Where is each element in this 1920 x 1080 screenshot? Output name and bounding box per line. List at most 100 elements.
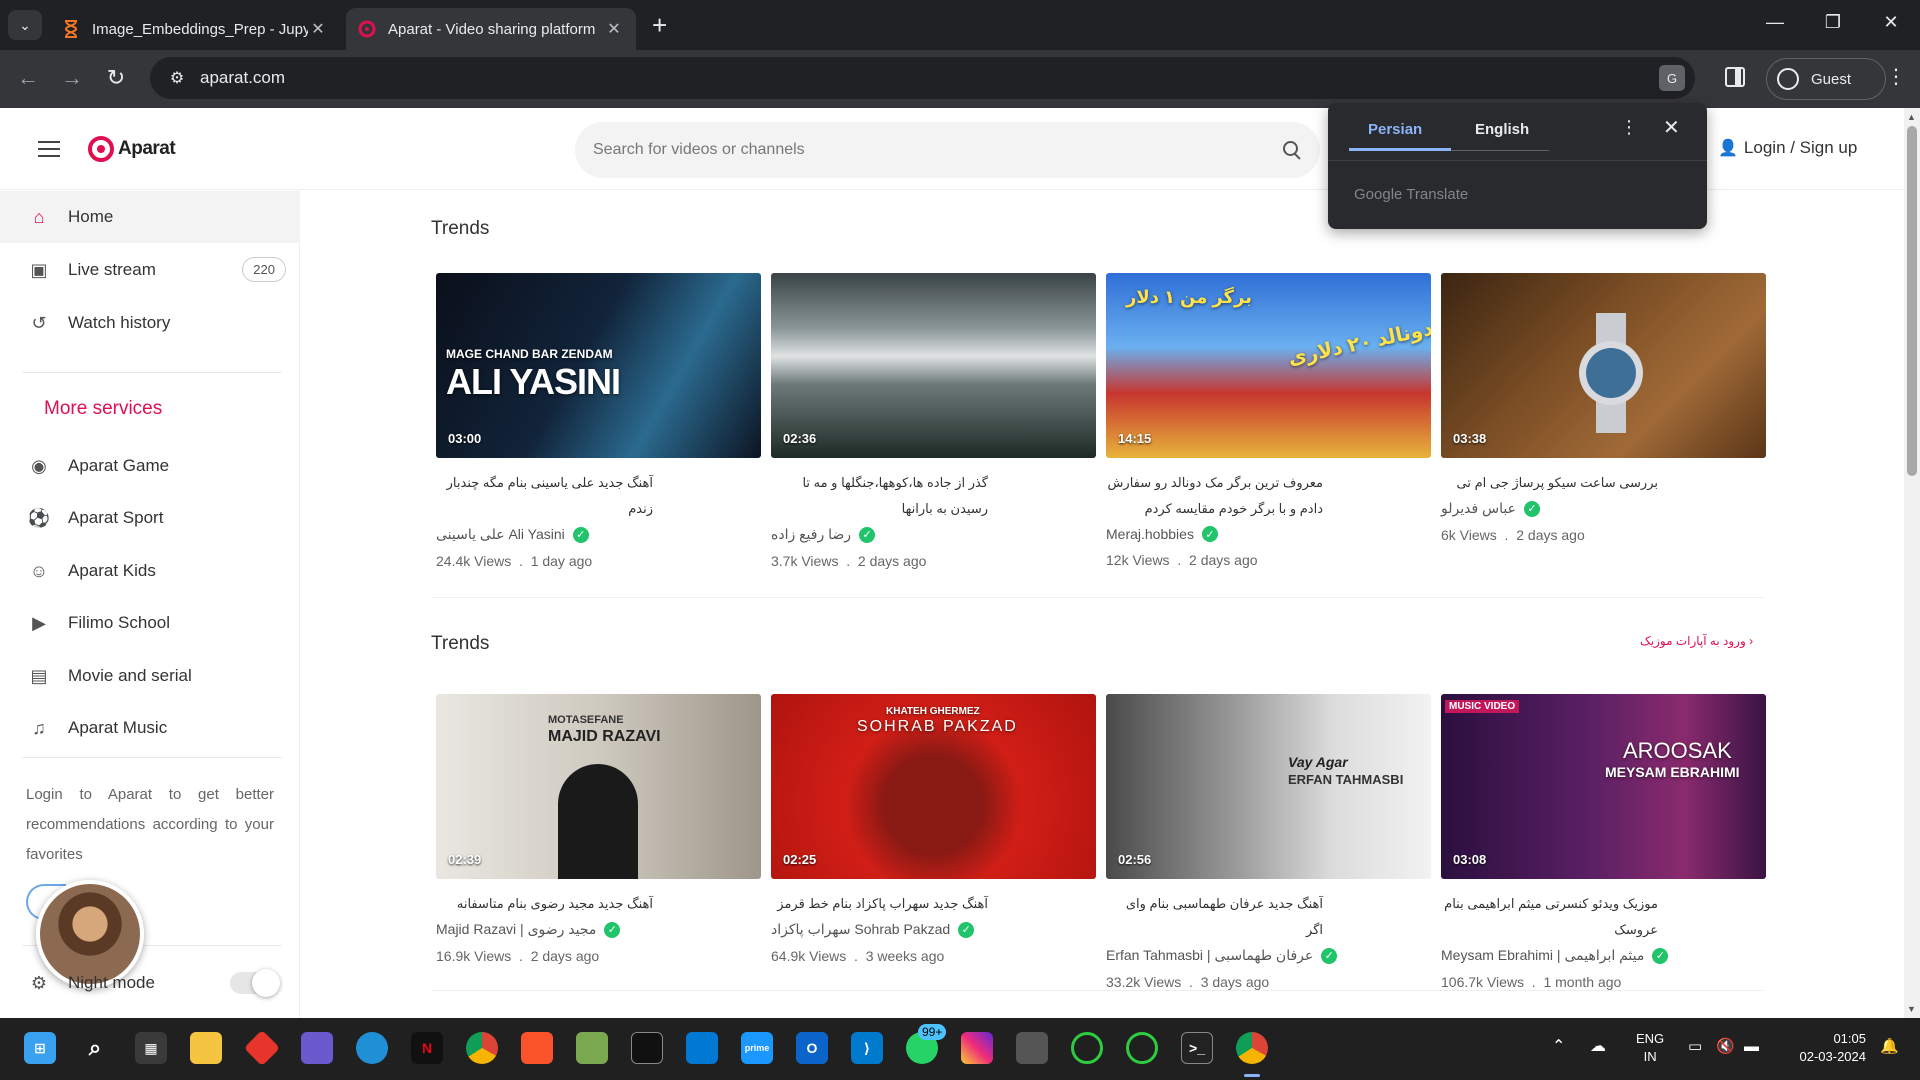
new-tab-button[interactable]: +	[652, 12, 667, 38]
channel-name-row[interactable]: Meysam Ebrahimi | میثم ابراهیمی ✓	[1441, 947, 1766, 964]
video-title[interactable]: آهنگ جدید علی یاسینی بنام مگه چندبار زند…	[436, 470, 653, 522]
page-scrollbar[interactable]: ▲ ▼	[1904, 108, 1920, 1018]
aparat-music-link[interactable]: ‹ ورود به آپارات موزیک	[1640, 634, 1753, 648]
aparat-logo[interactable]: Aparat	[88, 136, 176, 162]
video-thumbnail[interactable]: 02:36	[771, 273, 1096, 458]
video-thumbnail[interactable]: KHATEH GHERMEZ SOHRAB PAKZAD 02:25	[771, 694, 1096, 879]
sidebar-item-aparat-kids[interactable]: ☺ Aparat Kids	[0, 545, 300, 597]
video-thumbnail[interactable]: برگر مکدونالد ۲۰ دلاری برگر من ۱ دلار 14…	[1106, 273, 1431, 458]
site-info-icon[interactable]: ⚙	[160, 68, 194, 88]
video-card[interactable]: 02:36 گذر از جاده ها،کوهها،جنگلها و مه ت…	[771, 273, 1096, 569]
app-icon[interactable]	[1071, 1032, 1103, 1064]
forward-arrow-icon[interactable]: →	[57, 65, 87, 91]
video-thumbnail[interactable]: 03:38	[1441, 273, 1766, 458]
search-input[interactable]	[593, 141, 1282, 159]
sidebar-item-live-stream[interactable]: ▣ Live stream 220	[0, 244, 300, 296]
clock[interactable]: 01:05 02-03-2024	[1786, 1030, 1867, 1066]
window-close-icon[interactable]: ✕	[1876, 12, 1906, 33]
tab-aparat[interactable]: Aparat - Video sharing platform ✕	[346, 8, 636, 50]
notification-bell-icon[interactable]: 🔔	[1880, 1038, 1899, 1056]
tab-search-button[interactable]: ⌄	[8, 10, 42, 40]
guest-profile-button[interactable]: Guest	[1766, 58, 1886, 100]
close-icon[interactable]: ✕	[604, 19, 624, 39]
photos-icon[interactable]	[576, 1032, 608, 1064]
login-signup-link[interactable]: 👤 Login / Sign up	[1718, 138, 1857, 158]
store-icon[interactable]	[686, 1032, 718, 1064]
language-indicator[interactable]: ENG IN	[1636, 1030, 1664, 1066]
more-options-icon[interactable]: ⋮	[1620, 117, 1638, 138]
video-title[interactable]: موزیک ویدئو کنسرتی میثم ابراهیمی بنام عر…	[1441, 891, 1658, 943]
close-icon[interactable]: ✕	[1663, 115, 1680, 140]
back-arrow-icon[interactable]: ←	[13, 65, 43, 91]
app-icon[interactable]	[243, 1029, 281, 1067]
search-icon[interactable]: ⌕	[79, 1032, 111, 1064]
video-title[interactable]: آهنگ جدید عرفان طهماسبی بنام وای اگر	[1106, 891, 1323, 943]
prime-video-icon[interactable]: prime	[741, 1032, 773, 1064]
minimize-icon[interactable]: —	[1760, 12, 1790, 33]
video-card[interactable]: MAGE CHAND BAR ZENDAM ALI YASINI 03:00 آ…	[436, 273, 761, 569]
search-icon[interactable]	[1282, 140, 1302, 160]
hamburger-menu-icon[interactable]	[38, 141, 60, 157]
sidebar-item-filimo-school[interactable]: ▶ Filimo School	[0, 597, 300, 649]
video-title[interactable]: آهنگ جدید سهراب پاکزاد بنام خط قرمز	[771, 891, 988, 917]
video-thumbnail[interactable]: MUSIC VIDEO AROOSAK MEYSAM EBRAHIMI 03:0…	[1441, 694, 1766, 879]
channel-name-row[interactable]: Meraj.hobbies ✓	[1106, 526, 1431, 542]
channel-name-row[interactable]: علی یاسینی Ali Yasini ✓	[436, 526, 761, 543]
network-icon[interactable]: ▭	[1688, 1038, 1702, 1056]
url-text[interactable]: aparat.com	[200, 68, 285, 88]
scroll-up-icon[interactable]: ▲	[1907, 112, 1916, 122]
side-panel-icon[interactable]	[1725, 67, 1745, 87]
video-title[interactable]: معروف ترین برگر مک دونالد رو سفارش دادم …	[1106, 470, 1323, 522]
volume-muted-icon[interactable]: 🔇	[1716, 1038, 1735, 1056]
translate-icon[interactable]: G	[1659, 65, 1685, 91]
sidebar-item-movie-and-serial[interactable]: ▤ Movie and serial	[0, 650, 300, 702]
sidebar-item-aparat-sport[interactable]: ⚽ Aparat Sport	[0, 492, 300, 544]
scroll-down-icon[interactable]: ▼	[1907, 1004, 1916, 1014]
sidebar-item-home[interactable]: ⌂ Home	[0, 191, 300, 243]
video-title[interactable]: بررسی ساعت سیکو پرساژ جی ام تی	[1441, 470, 1658, 496]
video-card[interactable]: 03:38 بررسی ساعت سیکو پرساژ جی ام تی عبا…	[1441, 273, 1766, 543]
video-card[interactable]: Vay Agar ERFAN TAHMASBI 02:56 آهنگ جدید …	[1106, 694, 1431, 990]
channel-name-row[interactable]: سهراب پاکزاد Sohrab Pakzad ✓	[771, 921, 1096, 938]
instagram-icon[interactable]	[961, 1032, 993, 1064]
sidebar-item-aparat-game[interactable]: ◉ Aparat Game	[0, 440, 300, 492]
netflix-icon[interactable]: N	[411, 1032, 443, 1064]
edge-icon[interactable]	[356, 1032, 388, 1064]
browser-menu-icon[interactable]: ⋮	[1886, 64, 1906, 89]
file-explorer-icon[interactable]	[190, 1032, 222, 1064]
video-card[interactable]: MOTASEFANE MAJID RAZAVI 02:39 آهنگ جدید …	[436, 694, 761, 964]
sidebar-item-aparat-music[interactable]: ♫ Aparat Music	[0, 702, 300, 754]
reload-icon[interactable]: ↻	[101, 65, 131, 91]
scrollbar-thumb[interactable]	[1907, 126, 1917, 476]
copilot-icon[interactable]	[301, 1032, 333, 1064]
close-icon[interactable]: ✕	[308, 19, 328, 39]
app-icon[interactable]	[1016, 1032, 1048, 1064]
onedrive-icon[interactable]: ☁	[1590, 1038, 1606, 1056]
tab-jupyter[interactable]: Image_Embeddings_Prep - Jupyter ✕	[50, 8, 340, 50]
battery-icon[interactable]: ▬	[1744, 1038, 1759, 1056]
translate-tab-english[interactable]: English	[1475, 121, 1529, 138]
channel-name-row[interactable]: رضا رفیع زاده ✓	[771, 526, 1096, 543]
video-card[interactable]: برگر مکدونالد ۲۰ دلاری برگر من ۱ دلار 14…	[1106, 273, 1431, 568]
channel-name-row[interactable]: Erfan Tahmasbi | عرفان طهماسبی ✓	[1106, 947, 1431, 964]
terminal-icon[interactable]	[631, 1032, 663, 1064]
video-thumbnail[interactable]: MOTASEFANE MAJID RAZAVI 02:39	[436, 694, 761, 879]
search-bar[interactable]	[575, 122, 1320, 178]
brave-icon[interactable]	[521, 1032, 553, 1064]
channel-name-row[interactable]: Majid Razavi | مجید رضوی ✓	[436, 921, 761, 938]
video-card[interactable]: KHATEH GHERMEZ SOHRAB PAKZAD 02:25 آهنگ …	[771, 694, 1096, 964]
translate-tab-persian[interactable]: Persian	[1368, 121, 1422, 138]
address-bar[interactable]: ⚙ aparat.com G	[150, 57, 1695, 99]
vscode-icon[interactable]: ⟩	[851, 1032, 883, 1064]
channel-name-row[interactable]: عباس فدیرلو ✓	[1441, 500, 1766, 517]
windows-start-icon[interactable]: ⊞	[24, 1032, 56, 1064]
night-mode-toggle[interactable]	[230, 969, 280, 997]
widgets-icon[interactable]: ▦	[135, 1032, 167, 1064]
video-thumbnail[interactable]: MAGE CHAND BAR ZENDAM ALI YASINI 03:00	[436, 273, 761, 458]
chevron-up-icon[interactable]: ⌃	[1552, 1038, 1565, 1056]
outlook-icon[interactable]: O	[796, 1032, 828, 1064]
terminal-icon[interactable]: >_	[1181, 1032, 1213, 1064]
sidebar-item-watch-history[interactable]: ↺ Watch history	[0, 297, 300, 349]
app-icon[interactable]	[1126, 1032, 1158, 1064]
chrome-icon[interactable]	[1236, 1032, 1268, 1064]
